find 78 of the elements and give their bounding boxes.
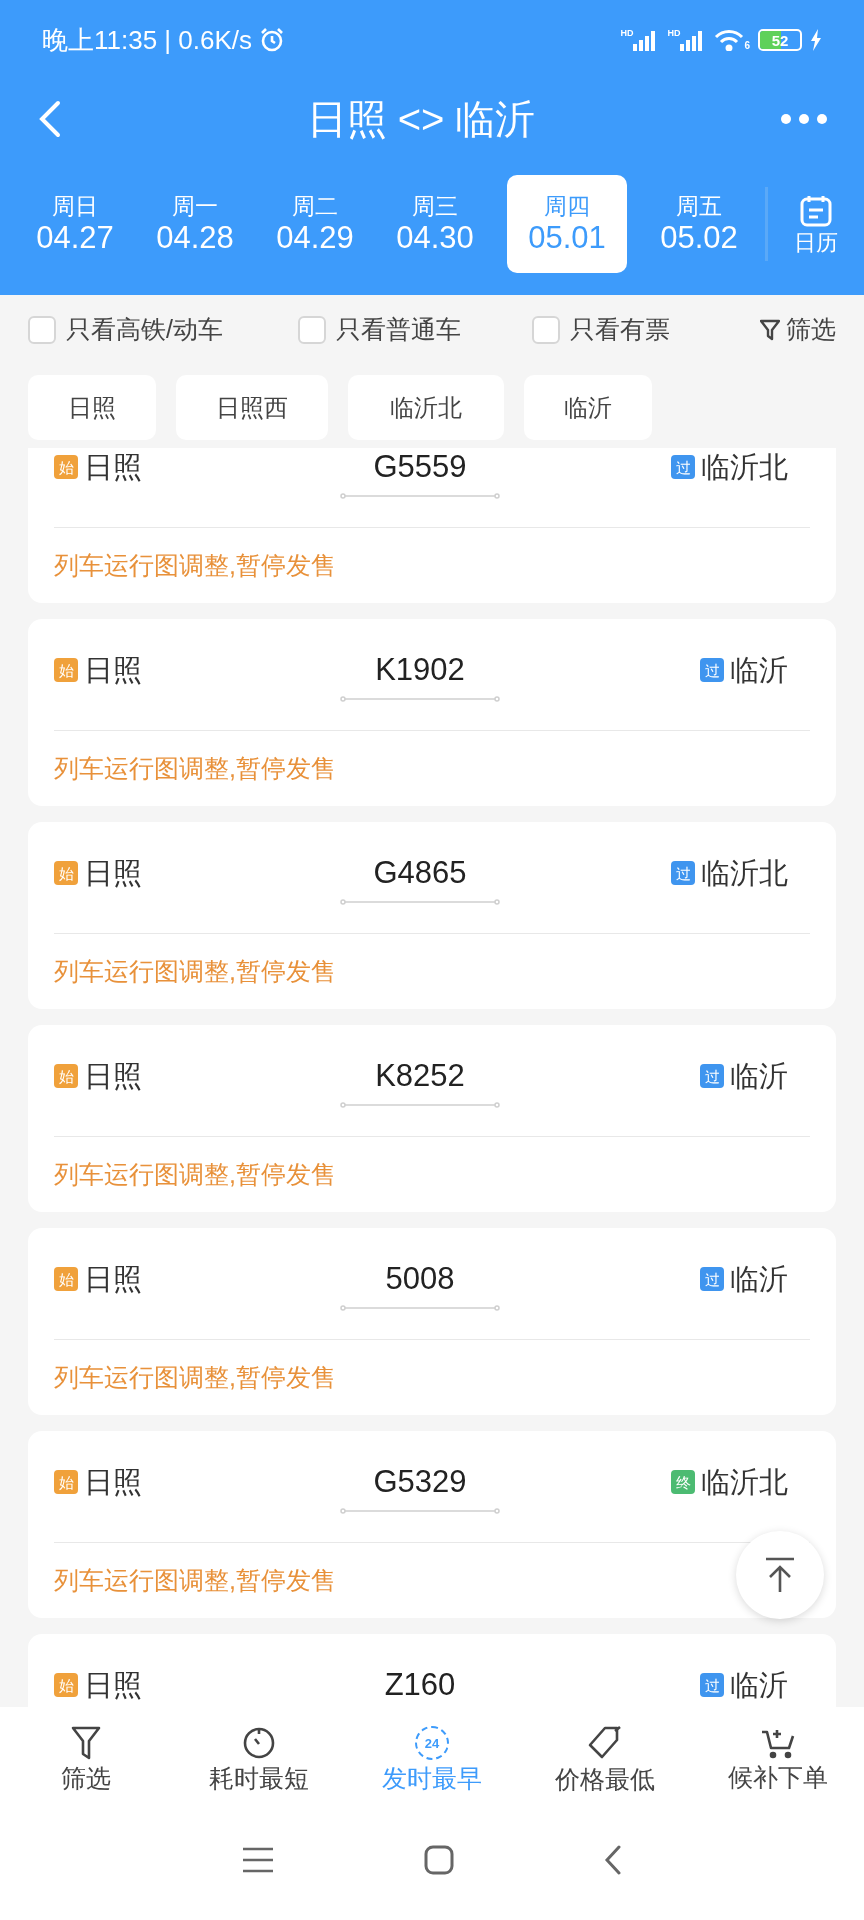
- sort-tab[interactable]: 耗时最短: [172, 1707, 346, 1810]
- sale-status: 列车运行图调整,暂停发售: [54, 955, 336, 987]
- station-badge: 过: [700, 1267, 724, 1291]
- arrow-up-icon: [764, 1557, 796, 1593]
- departure-station: 日照: [84, 1059, 142, 1094]
- departure-station: 日照: [84, 856, 142, 891]
- arrival-station: 临沂北: [701, 1465, 788, 1500]
- train-number: G4865: [373, 855, 467, 891]
- menu-icon[interactable]: [242, 1847, 274, 1873]
- train-card[interactable]: 始 日照 K8252 过 临沂 列车运行图调整,暂停发售: [28, 1025, 836, 1212]
- hd-label: HD: [667, 29, 681, 38]
- train-card[interactable]: 始 日照 K1902 过 临沂 列车运行图调整,暂停发售: [28, 619, 836, 806]
- station-badge: 始: [54, 1470, 78, 1494]
- sale-status: 列车运行图调整,暂停发售: [54, 1361, 336, 1393]
- departure-station: 日照: [84, 1668, 142, 1703]
- arrival-station: 临沂北: [701, 856, 788, 891]
- station-badge: 始: [54, 658, 78, 682]
- clock-icon: 24: [415, 1726, 449, 1760]
- departure-station: 日照: [84, 450, 142, 485]
- timer-icon: [242, 1726, 277, 1760]
- station-badge: 过: [671, 861, 695, 885]
- station-chip[interactable]: 临沂: [524, 375, 652, 440]
- sort-tab[interactable]: 候补下单: [691, 1707, 864, 1810]
- arrival-station: 临沂: [730, 1262, 788, 1297]
- departure-station: 日照: [84, 1262, 142, 1297]
- back-icon[interactable]: [604, 1845, 622, 1875]
- station-badge: 始: [54, 455, 78, 479]
- train-number: G5559: [373, 449, 467, 485]
- train-card[interactable]: 始 日照 5008 过 临沂 列车运行图调整,暂停发售: [28, 1228, 836, 1415]
- wifi-icon: [714, 29, 745, 51]
- station-badge: 始: [54, 1673, 78, 1697]
- filter-checkbox[interactable]: 只看普通车: [298, 311, 532, 349]
- train-number: G5329: [373, 1464, 467, 1500]
- sale-status: 列车运行图调整,暂停发售: [54, 1158, 336, 1190]
- station-badge: 始: [54, 1267, 78, 1291]
- station-badge: 过: [700, 658, 724, 682]
- train-card[interactable]: 始 日照 Z160 过 临沂: [28, 1634, 836, 1707]
- arrival-station: 临沂: [730, 1668, 788, 1703]
- route-title: 日照 <> 临沂: [306, 99, 536, 139]
- arrival-station: 临沂北: [701, 450, 788, 485]
- sort-tab[interactable]: 筛选: [0, 1707, 173, 1810]
- station-chip[interactable]: 临沂北: [348, 375, 504, 440]
- station-badge: 始: [54, 1064, 78, 1088]
- train-card[interactable]: 始 日照 G5329 终 临沂北 列车运行图调整,暂停发售: [28, 1431, 836, 1618]
- arrival-station: 临沂: [730, 1059, 788, 1094]
- station-chip[interactable]: 日照西: [176, 375, 328, 440]
- calendar-icon: [799, 194, 833, 228]
- wifi-label: 6: [744, 41, 750, 51]
- sort-tab[interactable]: 价格最低: [518, 1707, 692, 1810]
- departure-station: 日照: [84, 653, 142, 688]
- train-card[interactable]: 始 日照 G5559 过 临沂北 列车运行图调整,暂停发售: [28, 448, 836, 603]
- sale-status: 列车运行图调整,暂停发售: [54, 1564, 336, 1596]
- station-badge: 过: [671, 455, 695, 479]
- hd-label: HD: [620, 29, 634, 38]
- charging-icon: [810, 29, 822, 51]
- cart-icon: [760, 1727, 795, 1759]
- filter-icon: [71, 1726, 102, 1760]
- station-badge: 过: [700, 1064, 724, 1088]
- home-icon[interactable]: [424, 1845, 454, 1875]
- sale-status: 列车运行图调整,暂停发售: [54, 549, 336, 581]
- station-badge: 过: [700, 1673, 724, 1697]
- filter-icon: [760, 319, 780, 341]
- train-number: K8252: [375, 1058, 465, 1094]
- more-icon[interactable]: [780, 113, 828, 125]
- train-number: 5008: [385, 1261, 455, 1297]
- sale-status: 列车运行图调整,暂停发售: [54, 752, 336, 784]
- status-time: 晚上11:35 | 0.6K/s: [42, 23, 253, 57]
- filter-button[interactable]: 筛选: [760, 311, 836, 349]
- station-chip[interactable]: 日照: [28, 375, 156, 440]
- station-badge: 始: [54, 861, 78, 885]
- filter-checkbox[interactable]: 只看高铁/动车: [28, 311, 298, 349]
- station-badge: 终: [671, 1470, 695, 1494]
- departure-station: 日照: [84, 1465, 142, 1500]
- filter-checkbox[interactable]: 只看有票: [532, 311, 732, 349]
- train-number: Z160: [384, 1667, 456, 1703]
- train-number: K1902: [375, 652, 465, 688]
- arrival-station: 临沂: [730, 653, 788, 688]
- train-card[interactable]: 始 日照 G4865 过 临沂北 列车运行图调整,暂停发售: [28, 822, 836, 1009]
